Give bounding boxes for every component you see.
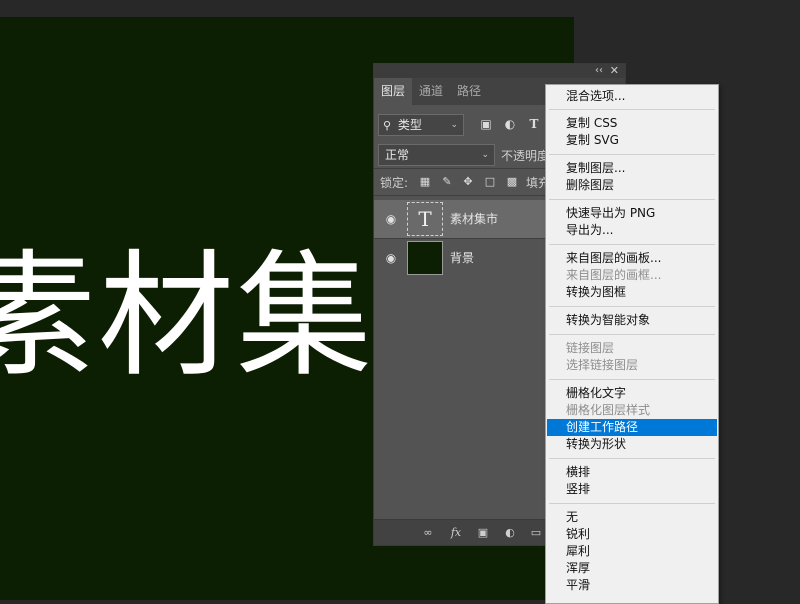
menu-item-rasterize-type[interactable]: 栅格化文字 [547, 385, 717, 402]
opacity-label: 不透明度 [501, 149, 550, 163]
menu-separator [549, 306, 715, 307]
menu-item-frame-from-layers: 来自图层的画框... [566, 268, 662, 282]
menu-item-vertical[interactable]: 竖排 [547, 481, 717, 498]
adjustment-layer-icon[interactable]: ◐ [502, 525, 518, 541]
menu-item-duplicate-layer[interactable]: 复制图层... [547, 160, 717, 177]
link-layers-icon[interactable]: ∞ [420, 525, 436, 541]
menu-item-convert-to-smart-object[interactable]: 转换为智能对象 [547, 312, 717, 329]
filter-type-select[interactable]: ⚲ 类型 ⌄ [378, 114, 464, 136]
layer-name[interactable]: 背景 [450, 239, 474, 277]
panel-title-bar: ‹‹ ✕ [374, 64, 625, 78]
menu-separator [549, 458, 715, 459]
lock-image-pixels-icon[interactable]: ✎ [440, 175, 454, 189]
menu-separator [549, 503, 715, 504]
tab-channels[interactable]: 通道 [412, 78, 450, 105]
layer-name[interactable]: 素材集市 [450, 200, 498, 238]
canvas-text-layer[interactable]: 素材集 [0, 237, 374, 397]
menu-item-delete-layer[interactable]: 删除图层 [547, 177, 717, 194]
menu-item-antialias-none[interactable]: 无 [547, 509, 717, 526]
blend-mode-value: 正常 [385, 148, 410, 162]
add-mask-icon[interactable]: ▣ [475, 525, 491, 541]
filter-text-icon[interactable]: T [526, 116, 542, 132]
menu-separator [549, 154, 715, 155]
folder-icon[interactable]: ▭ [528, 525, 544, 541]
tab-paths[interactable]: 路径 [450, 78, 488, 105]
layer-context-menu: 混合选项... 复制 CSS 复制 SVG 复制图层... 删除图层 快速导出为… [545, 84, 719, 604]
menu-item-rasterize-layer-style: 栅格化图层样式 [566, 403, 651, 417]
chevron-down-icon: ⌄ [450, 120, 458, 130]
background-layer-thumbnail [407, 241, 443, 275]
menu-item-convert-to-shape[interactable]: 转换为形状 [547, 436, 717, 453]
menu-item-antialias-strong[interactable]: 浑厚 [547, 560, 717, 577]
menu-item-horizontal[interactable]: 横排 [547, 464, 717, 481]
menu-item-select-linked-layers: 选择链接图层 [566, 358, 639, 372]
close-panel-icon[interactable]: ✕ [610, 64, 619, 78]
menu-item-artboard-from-layers[interactable]: 来自图层的画板... [547, 250, 717, 267]
lock-transparent-pixels-icon[interactable]: ▦ [418, 175, 432, 189]
blend-mode-select[interactable]: 正常 ⌄ [378, 144, 495, 166]
menu-separator [549, 244, 715, 245]
collapse-panel-icon[interactable]: ‹‹ [595, 64, 603, 78]
menu-item-copy-svg[interactable]: 复制 SVG [547, 132, 717, 149]
eye-icon[interactable]: ◉ [383, 250, 399, 266]
menu-separator [549, 334, 715, 335]
menu-item-link-layers: 链接图层 [566, 341, 615, 355]
menu-item-copy-css[interactable]: 复制 CSS [547, 115, 717, 132]
menu-item-blending-options[interactable]: 混合选项... [547, 88, 717, 105]
tab-layers[interactable]: 图层 [374, 78, 413, 105]
search-icon: ⚲ [383, 119, 392, 132]
lock-position-icon[interactable]: ✥ [461, 175, 475, 189]
lock-label: 锁定: [380, 176, 409, 190]
filter-adjustment-icon[interactable]: ◐ [502, 116, 518, 132]
eye-icon[interactable]: ◉ [383, 211, 399, 227]
lock-all-icon[interactable]: ▩ [505, 175, 519, 189]
menu-item-quick-export-png[interactable]: 快速导出为 PNG [547, 205, 717, 222]
menu-separator [549, 379, 715, 380]
photoshop-workspace: 素材集 ‹‹ ✕ 图层 通道 路径 ⚲ 类型 ⌄ ▣ ◐ T 正常 ⌄ 不透明度… [0, 0, 800, 604]
menu-separator [549, 199, 715, 200]
menu-item-antialias-smooth[interactable]: 平滑 [547, 577, 717, 594]
lock-artboard-icon[interactable]: □ [483, 175, 497, 189]
text-layer-thumbnail: T [407, 202, 443, 236]
menu-item-export-as[interactable]: 导出为... [547, 222, 717, 239]
menu-item-convert-to-frame[interactable]: 转换为图框 [547, 284, 717, 301]
menu-item-antialias-sharp[interactable]: 锐利 [547, 526, 717, 543]
filter-type-value: 类型 [397, 118, 422, 132]
chevron-down-icon: ⌄ [481, 150, 489, 160]
menu-separator [549, 109, 715, 110]
filter-pixel-icon[interactable]: ▣ [478, 116, 494, 132]
menu-item-create-work-path[interactable]: 创建工作路径 [547, 419, 717, 436]
menu-item-antialias-crisp[interactable]: 犀利 [547, 543, 717, 560]
fx-icon[interactable]: fx [448, 525, 464, 541]
